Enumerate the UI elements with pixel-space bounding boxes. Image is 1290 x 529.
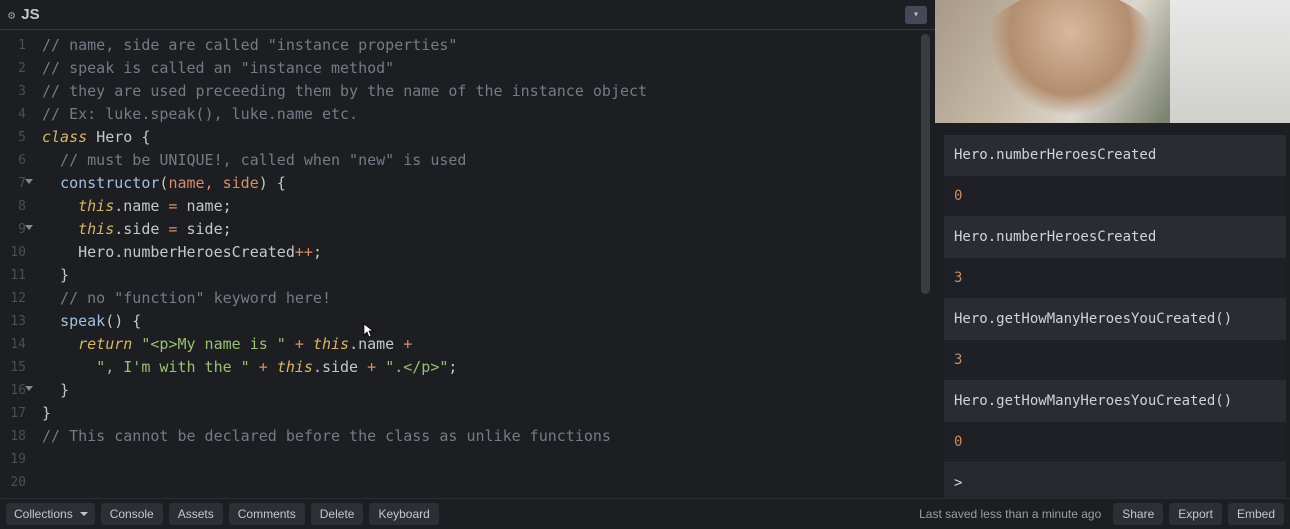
code-line: // name, side are called "instance prope… — [42, 34, 935, 57]
chevron-down-icon[interactable]: ▾ — [905, 6, 927, 24]
collections-select[interactable]: Collections — [6, 503, 95, 525]
code-line: // This cannot be declared before the cl… — [42, 425, 935, 448]
export-button[interactable]: Export — [1169, 503, 1222, 525]
code-line: // no "function" keyword here! — [42, 287, 935, 310]
line-number: 5 — [0, 126, 26, 149]
code-line: // must be UNIQUE!, called when "new" is… — [42, 149, 935, 172]
line-number: 12 — [0, 287, 26, 310]
code-line: // they are used preceeding them by the … — [42, 80, 935, 103]
code-content[interactable]: // name, side are called "instance prope… — [32, 30, 935, 498]
line-number: 19 — [0, 448, 26, 471]
save-status: Last saved less than a minute ago — [919, 507, 1101, 521]
line-number: 3 — [0, 80, 26, 103]
panel-title: JS — [21, 6, 39, 23]
editor-scrollbar[interactable] — [920, 30, 932, 498]
line-number: 1 — [0, 34, 26, 57]
line-number: 15 — [0, 356, 26, 379]
delete-button[interactable]: Delete — [311, 503, 364, 525]
js-panel-header: ⚙ JS ▾ — [0, 0, 935, 30]
console-input-row: Hero.numberHeroesCreated — [944, 135, 1286, 176]
line-number: 9 — [0, 218, 26, 241]
code-line: // speak is called an "instance method" — [42, 57, 935, 80]
code-line: } — [42, 402, 935, 425]
console-output-row: 0 — [944, 176, 1286, 217]
embed-button[interactable]: Embed — [1228, 503, 1284, 525]
line-number: 2 — [0, 57, 26, 80]
console-button[interactable]: Console — [101, 503, 163, 525]
line-number: 4 — [0, 103, 26, 126]
code-line: speak() { — [42, 310, 935, 333]
line-number: 16 — [0, 379, 26, 402]
gear-icon[interactable]: ⚙ — [8, 8, 15, 22]
line-number: 20 — [0, 471, 26, 494]
line-number: 11 — [0, 264, 26, 287]
console-prompt[interactable]: > — [944, 463, 1286, 503]
line-number: 10 — [0, 241, 26, 264]
keyboard-button[interactable]: Keyboard — [369, 503, 438, 525]
console-input-row: Hero.numberHeroesCreated — [944, 217, 1286, 258]
line-number: 18 — [0, 425, 26, 448]
line-number: 14 — [0, 333, 26, 356]
webcam-video — [935, 0, 1290, 123]
code-line: ", I'm with the " + this.side + ".</p>"; — [42, 356, 935, 379]
line-number: 6 — [0, 149, 26, 172]
code-line: Hero.numberHeroesCreated++; — [42, 241, 935, 264]
console-input-row: Hero.getHowManyHeroesYouCreated() — [944, 381, 1286, 422]
console-output-row: 3 — [944, 258, 1286, 299]
line-number: 8 — [0, 195, 26, 218]
console-output-row: 3 — [944, 340, 1286, 381]
code-line: class Hero { — [42, 126, 935, 149]
code-line: this.side = side; — [42, 218, 935, 241]
code-line: } — [42, 379, 935, 402]
code-line: constructor(name, side) { — [42, 172, 935, 195]
line-number: 7 — [0, 172, 26, 195]
footer-bar: Collections Console Assets Comments Dele… — [0, 498, 1290, 529]
console-panel: Hero.numberHeroesCreated0Hero.numberHero… — [944, 135, 1286, 497]
code-line: // Ex: luke.speak(), luke.name etc. — [42, 103, 935, 126]
code-line: this.name = name; — [42, 195, 935, 218]
comments-button[interactable]: Comments — [229, 503, 305, 525]
code-editor[interactable]: 123456789101112131415161718192021 // nam… — [0, 30, 935, 498]
line-number: 13 — [0, 310, 26, 333]
assets-button[interactable]: Assets — [169, 503, 223, 525]
console-input-row: Hero.getHowManyHeroesYouCreated() — [944, 299, 1286, 340]
code-line: } — [42, 264, 935, 287]
code-line: return "<p>My name is " + this.name + — [42, 333, 935, 356]
share-button[interactable]: Share — [1113, 503, 1163, 525]
console-output-row: 0 — [944, 422, 1286, 463]
line-number: 17 — [0, 402, 26, 425]
line-gutter: 123456789101112131415161718192021 — [0, 30, 32, 498]
scrollbar-thumb[interactable] — [921, 34, 930, 294]
